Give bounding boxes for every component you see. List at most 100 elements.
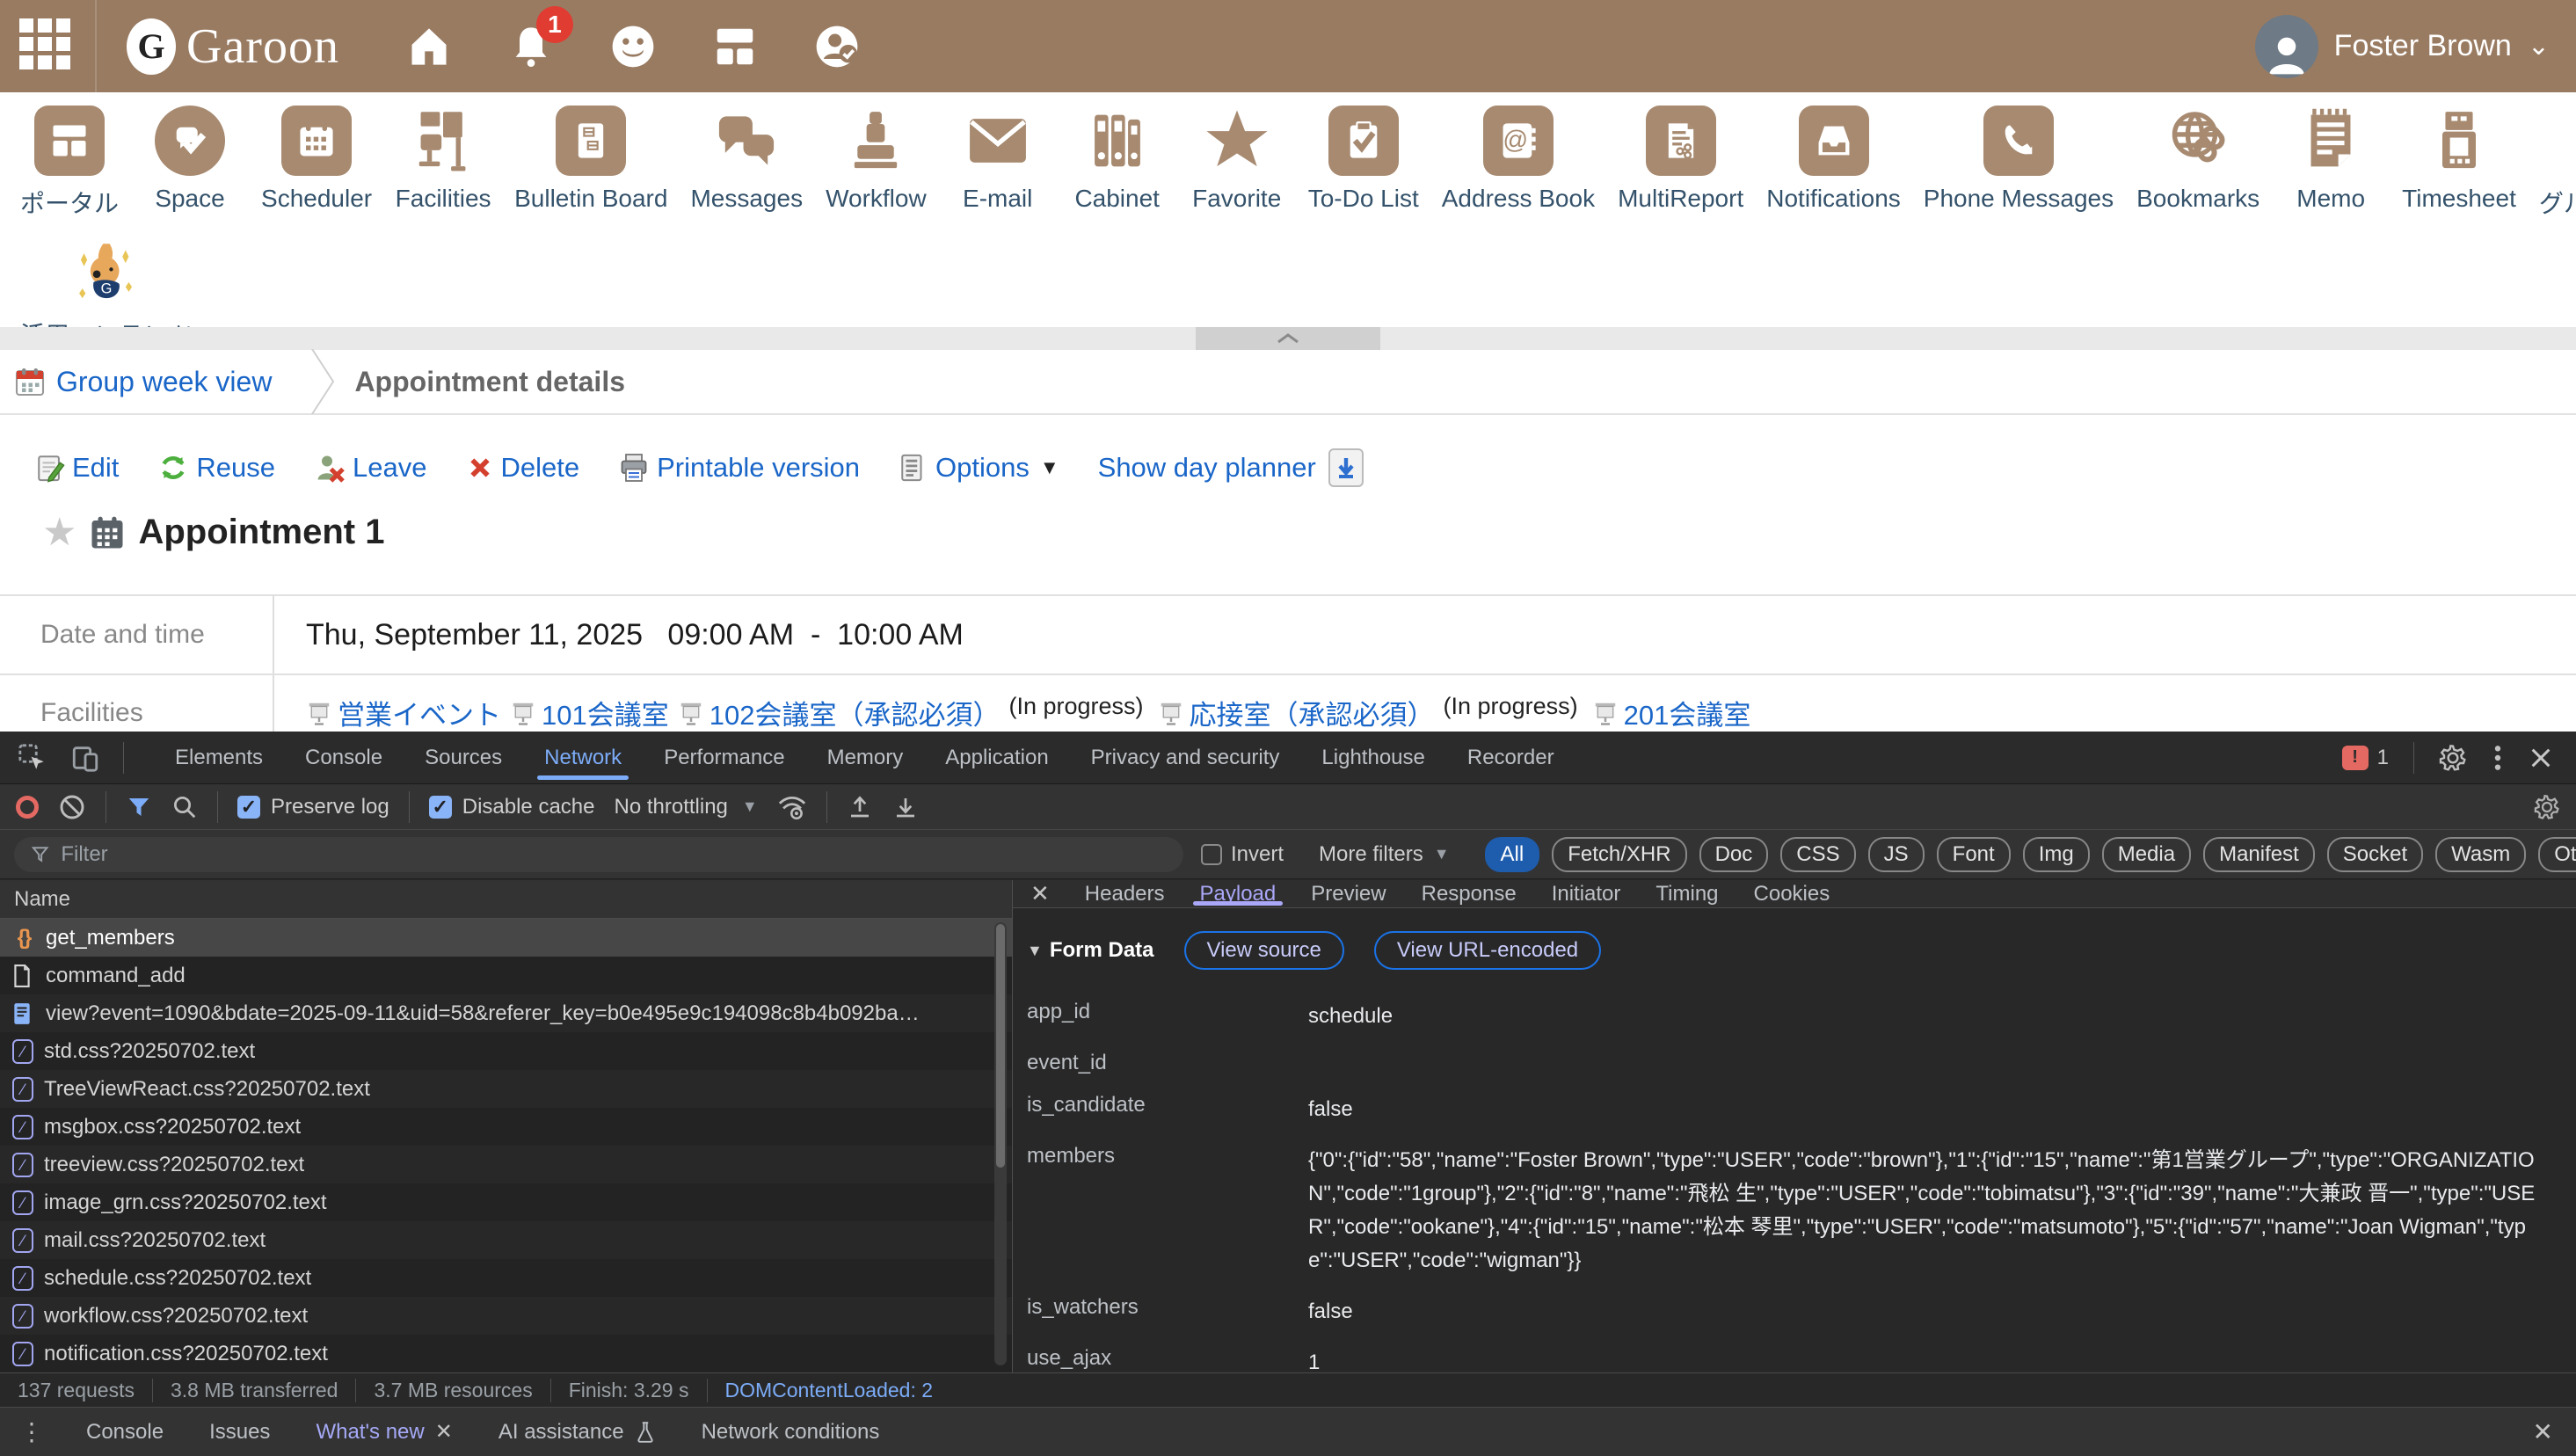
chip-font[interactable]: Font (1937, 837, 2011, 872)
edit-button[interactable]: Edit (35, 452, 119, 484)
chip-js[interactable]: JS (1868, 837, 1925, 872)
printable-version-button[interactable]: Printable version (618, 452, 860, 484)
chip-fetch-xhr[interactable]: Fetch/XHR (1552, 837, 1686, 872)
tab-console[interactable]: Console (286, 732, 402, 783)
tab-privacy-security[interactable]: Privacy and security (1072, 732, 1299, 783)
app-messages[interactable]: Messages (690, 98, 803, 213)
facility-link[interactable]: 101会議室 (510, 693, 669, 732)
close-whats-new-icon[interactable]: ✕ (435, 1419, 453, 1445)
filter-input[interactable] (61, 842, 1168, 867)
view-source-button[interactable]: View source (1184, 931, 1344, 970)
tab-network[interactable]: Network (525, 732, 641, 783)
request-row[interactable]: ∕ mail.css?20250702.text (0, 1221, 1012, 1259)
app-timesheet[interactable]: Timesheet (2402, 98, 2516, 213)
tab-cookies[interactable]: Cookies (1736, 880, 1848, 907)
tab-headers[interactable]: Headers (1067, 880, 1182, 907)
record-network-log-button[interactable] (16, 796, 39, 819)
inspect-element-icon[interactable] (18, 743, 47, 773)
filter-funnel-icon[interactable] (126, 794, 152, 820)
disable-cache-checkbox[interactable]: ✓ Disable cache (429, 795, 595, 819)
app-email[interactable]: E-mail (950, 98, 1046, 213)
network-conditions-icon[interactable] (777, 792, 807, 822)
network-settings-gear-icon[interactable] (2534, 794, 2560, 820)
chip-manifest[interactable]: Manifest (2203, 837, 2315, 872)
import-har-icon[interactable] (847, 794, 873, 820)
devtools-settings-gear-icon[interactable] (2439, 744, 2467, 772)
search-icon[interactable] (171, 794, 198, 820)
user-menu[interactable]: Foster Brown ⌄ (2255, 0, 2550, 92)
app-address-book[interactable]: @ Address Book (1442, 98, 1595, 213)
collapse-launcher-button[interactable] (1196, 327, 1380, 350)
request-list-header[interactable]: Name (0, 880, 1012, 919)
tab-payload[interactable]: Payload (1182, 880, 1294, 907)
show-day-planner-button[interactable]: Show day planner (1098, 448, 1364, 487)
app-cabinet[interactable]: Cabinet (1069, 98, 1166, 213)
facility-link[interactable]: 営業イベント (306, 693, 501, 732)
request-row[interactable]: ∕ msgbox.css?20250702.text (0, 1108, 1012, 1146)
tab-timing[interactable]: Timing (1638, 880, 1736, 907)
tab-sources[interactable]: Sources (405, 732, 521, 783)
app-favorite[interactable]: Favorite (1189, 98, 1285, 213)
chip-img[interactable]: Img (2023, 837, 2090, 872)
tab-recorder[interactable]: Recorder (1448, 732, 1574, 783)
facility-link[interactable]: 応接室（承認必須） (1158, 693, 1435, 732)
chip-doc[interactable]: Doc (1699, 837, 1769, 872)
portal-switch-icon[interactable] (707, 18, 763, 75)
app-bulletin-board[interactable]: Bulletin Board (514, 98, 667, 213)
facility-link[interactable]: 201会議室 (1592, 693, 1751, 732)
home-icon[interactable] (401, 18, 457, 75)
options-menu-button[interactable]: Options ▼ (899, 452, 1059, 484)
facility-link[interactable]: 102会議室（承認必須） (678, 693, 1001, 732)
request-row[interactable]: ∕ workflow.css?20250702.text (0, 1297, 1012, 1335)
garoon-logo[interactable]: G Garoon (127, 18, 339, 75)
form-data-toggle[interactable]: ▼ Form Data (1027, 938, 1154, 963)
devtools-more-kebab-icon[interactable] (2492, 744, 2504, 772)
drawer-more-kebab-icon[interactable]: ⋮ (0, 1417, 63, 1446)
app-phone-messages[interactable]: Phone Messages (1924, 98, 2114, 213)
drawer-tab-network-conditions[interactable]: Network conditions (679, 1420, 903, 1445)
chip-wasm[interactable]: Wasm (2435, 837, 2526, 872)
reuse-button[interactable]: Reuse (157, 452, 275, 484)
app-space[interactable]: Space (142, 98, 238, 213)
tab-lighthouse[interactable]: Lighthouse (1302, 732, 1444, 783)
issues-counter[interactable]: ! 1 (2342, 746, 2389, 770)
breadcrumb-group-week-view[interactable]: Group week view (14, 366, 272, 398)
chip-other[interactable]: Other (2538, 837, 2576, 872)
app-launcher-grid-icon[interactable] (19, 18, 76, 75)
tab-preview[interactable]: Preview (1293, 880, 1403, 907)
app-groupware-news[interactable]: グループウェアNEWS (2539, 98, 2576, 220)
app-facilities[interactable]: Facilities (395, 98, 491, 213)
app-workflow[interactable]: Workflow (826, 98, 927, 213)
devtools-close-icon[interactable] (2529, 746, 2553, 770)
chip-all[interactable]: All (1485, 837, 1540, 872)
request-row[interactable]: ∕ TreeViewReact.css?20250702.text (0, 1070, 1012, 1108)
tab-elements[interactable]: Elements (156, 732, 282, 783)
reactions-smiley-icon[interactable] (605, 18, 661, 75)
drawer-tab-issues[interactable]: Issues (186, 1420, 293, 1445)
request-row[interactable]: ∕ notification.css?20250702.text (0, 1335, 1012, 1372)
view-url-encoded-button[interactable]: View URL-encoded (1374, 931, 1601, 970)
chip-css[interactable]: CSS (1780, 837, 1855, 872)
tab-initiator[interactable]: Initiator (1534, 880, 1639, 907)
drawer-tab-ai-assistance[interactable]: AI assistance (476, 1420, 679, 1445)
profile-status-icon[interactable] (809, 18, 865, 75)
clear-network-log-icon[interactable] (58, 793, 86, 821)
filter-input-pill[interactable] (14, 837, 1183, 872)
tab-response[interactable]: Response (1404, 880, 1534, 907)
chip-media[interactable]: Media (2102, 837, 2191, 872)
device-toolbar-icon[interactable] (70, 743, 100, 773)
tab-memory[interactable]: Memory (808, 732, 923, 783)
app-portal[interactable]: ポータル (20, 98, 119, 220)
request-row[interactable]: ∕ schedule.css?20250702.text (0, 1259, 1012, 1297)
app-multireport[interactable]: MultiReport (1618, 98, 1743, 213)
tab-performance[interactable]: Performance (644, 732, 804, 783)
preserve-log-checkbox[interactable]: ✓ Preserve log (237, 795, 389, 819)
close-detail-icon[interactable]: ✕ (1013, 880, 1067, 907)
favorite-star-toggle-icon[interactable]: ★ (42, 510, 76, 555)
request-list-scrollbar[interactable] (994, 922, 1007, 1365)
app-memo[interactable]: Memo (2282, 98, 2379, 213)
drawer-tab-whats-new[interactable]: What's new ✕ (293, 1419, 475, 1445)
export-har-icon[interactable] (892, 794, 919, 820)
tab-application[interactable]: Application (926, 732, 1067, 783)
request-row[interactable]: command_add (0, 957, 1012, 994)
